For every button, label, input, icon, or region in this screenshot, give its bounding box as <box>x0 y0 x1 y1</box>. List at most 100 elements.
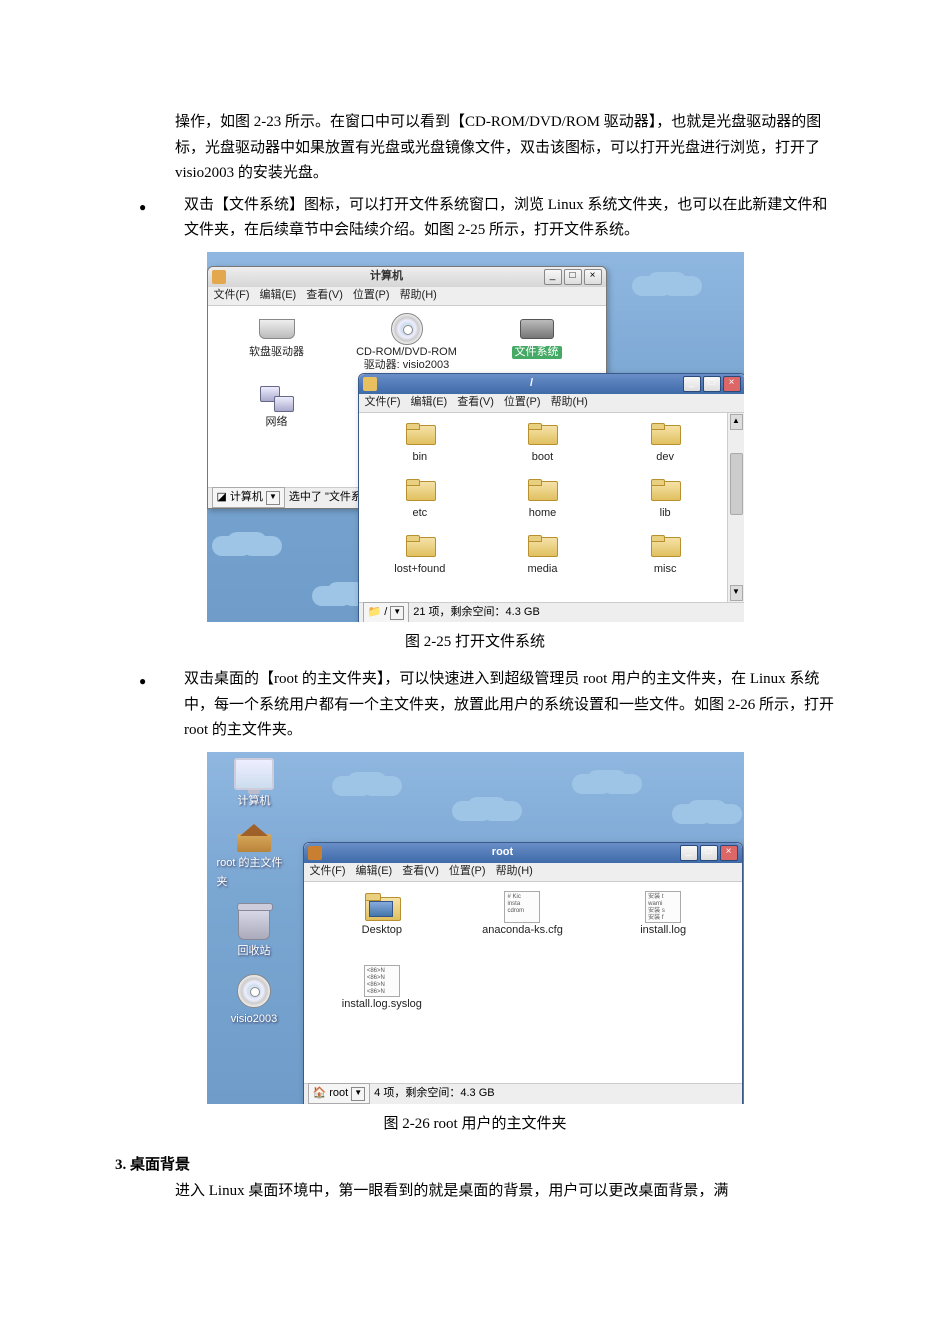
maximize-button[interactable]: □ <box>700 845 718 861</box>
folder-home[interactable]: home <box>481 475 604 531</box>
folder-media[interactable]: media <box>481 531 604 587</box>
titlebar[interactable]: / _ □ × <box>359 374 744 394</box>
desktop-folder-item[interactable]: Desktop <box>312 892 453 966</box>
desktop-root-home[interactable]: root 的主文件夹 <box>217 824 292 891</box>
desktop-icons: 计算机 root 的主文件夹 回收站 visio2003 <box>217 758 292 1029</box>
root-window: root _ □ × 文件(F) 编辑(E) 查看(V) 位置(P) 帮助(H)… <box>303 842 743 1104</box>
close-button[interactable]: × <box>720 845 738 861</box>
bullet-text: 双击【文件系统】图标，可以打开文件系统窗口，浏览 Linux 系统文件夹，也可以… <box>184 193 835 244</box>
status-text: 21 项，剩余空间：4.3 GB <box>413 603 540 621</box>
folder-etc[interactable]: etc <box>359 475 482 531</box>
file-icon: 安装 t warni 安装 s 安装 f <box>645 891 681 923</box>
menu-help[interactable]: 帮助(H) <box>551 393 588 412</box>
folder-icon <box>651 479 679 501</box>
network-icon <box>260 386 294 412</box>
folder-view: bin boot dev etc home lib lost+found med… <box>359 413 744 602</box>
syslog-file-item[interactable]: <86>N <86>N <86>N <86>N install.log.sysl… <box>312 966 453 1040</box>
folder-dev[interactable]: dev <box>604 419 727 475</box>
file-icon: <86>N <86>N <86>N <86>N <box>364 965 400 997</box>
label: root 的主文件夹 <box>217 854 292 891</box>
desktop-trash[interactable]: 回收站 <box>238 906 271 961</box>
bullet-marker: ● <box>115 193 184 244</box>
folder-icon <box>406 423 434 445</box>
hdd-icon <box>520 319 554 339</box>
section-heading: 3. 桌面背景 <box>115 1153 835 1179</box>
menu-places[interactable]: 位置(P) <box>504 393 541 412</box>
titlebar[interactable]: 计算机 _ □ × <box>208 267 606 287</box>
text: 进入 Linux 桌面环境中，第一眼看到的就是桌面的背景，用户可以更改桌面背景，… <box>175 1183 728 1199</box>
menu-view[interactable]: 查看(V) <box>402 862 439 881</box>
window-title: 计算机 <box>230 267 544 286</box>
minimize-button[interactable]: _ <box>544 269 562 285</box>
home-icon: 🏠 <box>313 1084 327 1103</box>
menubar: 文件(F) 编辑(E) 查看(V) 位置(P) 帮助(H) <box>208 287 606 306</box>
filesystem-label: 文件系统 <box>512 346 562 359</box>
folder-icon <box>528 479 556 501</box>
scroll-up[interactable]: ▲ <box>730 414 743 430</box>
location-chip[interactable]: 📁 / ▼ <box>363 602 410 621</box>
minimize-button[interactable]: _ <box>680 845 698 861</box>
anaconda-file-item[interactable]: # Kic insta cdrom anaconda-ks.cfg <box>452 892 593 966</box>
window-title: / <box>381 374 683 393</box>
network-item[interactable]: 网络 <box>212 384 342 454</box>
folder-icon <box>406 535 434 557</box>
menu-file[interactable]: 文件(F) <box>310 862 346 881</box>
network-label: 网络 <box>266 416 288 429</box>
chip-dropdown[interactable]: ▼ <box>390 606 404 620</box>
figure-2-26: 计算机 root 的主文件夹 回收站 visio2003 root _ <box>207 752 744 1104</box>
location-chip[interactable]: ◪ 计算机 ▼ <box>212 487 285 508</box>
menu-places[interactable]: 位置(P) <box>449 862 486 881</box>
menu-places[interactable]: 位置(P) <box>353 286 390 305</box>
chip-icon: ◪ <box>217 488 227 507</box>
figure-2-25: 计算机 _ □ × 文件(F) 编辑(E) 查看(V) 位置(P) 帮助(H) … <box>207 252 744 622</box>
menu-help[interactable]: 帮助(H) <box>496 862 533 881</box>
chip-dropdown[interactable]: ▼ <box>351 1087 365 1101</box>
paragraph-continuation: 操作，如图 2-23 所示。在窗口中可以看到【CD-ROM/DVD/ROM 驱动… <box>115 110 835 187</box>
cd-icon <box>237 974 271 1008</box>
menu-file[interactable]: 文件(F) <box>214 286 250 305</box>
maximize-button[interactable]: □ <box>703 376 721 392</box>
chip-label: root <box>329 1084 348 1103</box>
close-button[interactable]: × <box>723 376 741 392</box>
folder-icon <box>651 423 679 445</box>
location-chip[interactable]: 🏠 root ▼ <box>308 1083 371 1103</box>
scrollbar[interactable]: ▲ ▼ <box>727 413 744 602</box>
menu-edit[interactable]: 编辑(E) <box>356 862 393 881</box>
file-icon: # Kic insta cdrom <box>504 891 540 923</box>
label: visio2003 <box>231 1010 277 1029</box>
folder-lib[interactable]: lib <box>604 475 727 531</box>
statusbar: 🏠 root ▼ 4 项，剩余空间：4.3 GB <box>304 1083 742 1104</box>
maximize-button[interactable]: □ <box>564 269 582 285</box>
folder-bin[interactable]: bin <box>359 419 482 475</box>
folder-lostfound[interactable]: lost+found <box>359 531 482 587</box>
folder-boot[interactable]: boot <box>481 419 604 475</box>
chip-label: / <box>384 603 387 621</box>
window-title: root <box>326 843 680 862</box>
desktop-computer[interactable]: 计算机 <box>234 758 274 811</box>
menu-file[interactable]: 文件(F) <box>365 393 401 412</box>
scroll-down[interactable]: ▼ <box>730 585 743 601</box>
menu-edit[interactable]: 编辑(E) <box>260 286 297 305</box>
scroll-thumb[interactable] <box>730 453 743 515</box>
section-paragraph: 进入 Linux 桌面环境中，第一眼看到的就是桌面的背景，用户可以更改桌面背景，… <box>115 1179 835 1205</box>
menu-view[interactable]: 查看(V) <box>457 393 494 412</box>
close-button[interactable]: × <box>584 269 602 285</box>
app-icon <box>212 270 226 284</box>
menu-help[interactable]: 帮助(H) <box>400 286 437 305</box>
floppy-drive-item[interactable]: 软盘驱动器 <box>212 314 342 384</box>
menubar: 文件(F) 编辑(E) 查看(V) 位置(P) 帮助(H) <box>304 863 742 882</box>
floppy-icon <box>259 319 295 339</box>
desktop-visio[interactable]: visio2003 <box>231 974 277 1029</box>
label: 回收站 <box>238 942 271 961</box>
minimize-button[interactable]: _ <box>683 376 701 392</box>
folder-icon <box>528 535 556 557</box>
folder-misc[interactable]: misc <box>604 531 727 587</box>
label: anaconda-ks.cfg <box>482 924 563 937</box>
chip-dropdown[interactable]: ▼ <box>266 491 280 505</box>
menu-view[interactable]: 查看(V) <box>306 286 343 305</box>
computer-icon <box>234 758 274 790</box>
label: 计算机 <box>238 792 271 811</box>
install-log-item[interactable]: 安装 t warni 安装 s 安装 f install.log <box>593 892 734 966</box>
titlebar[interactable]: root _ □ × <box>304 843 742 863</box>
menu-edit[interactable]: 编辑(E) <box>411 393 448 412</box>
